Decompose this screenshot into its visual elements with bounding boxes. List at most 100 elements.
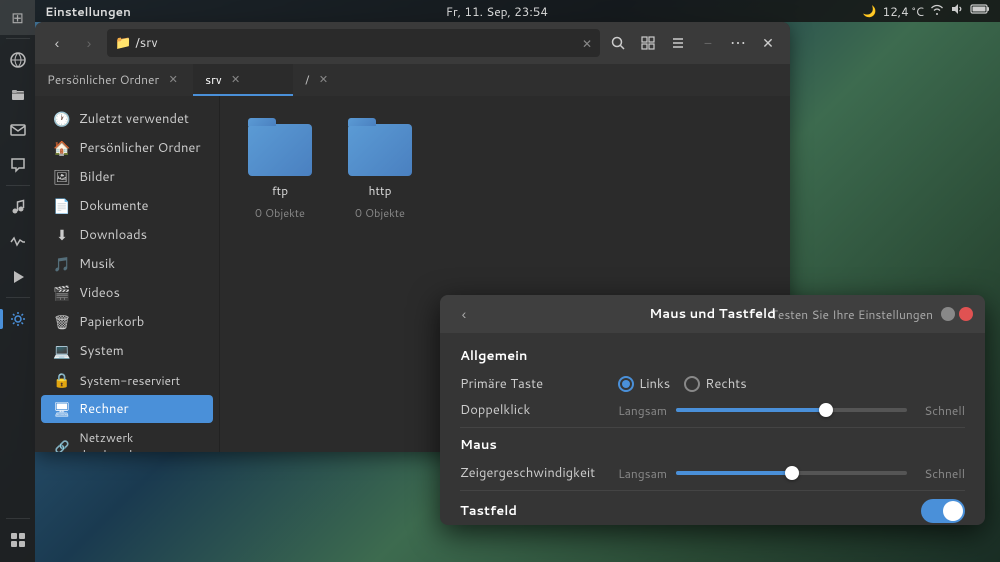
sidebar-item-videos[interactable]: 🎬 Videos	[41, 279, 213, 307]
tab-personal-label: Persönlicher Ordner	[47, 71, 159, 88]
settings-test-link[interactable]: Testen Sie Ihre Einstellungen	[771, 306, 933, 323]
back-button[interactable]: ‹	[43, 29, 71, 57]
folder-http[interactable]: http 0 Objekte	[340, 116, 420, 229]
taskbar: ⊞	[0, 0, 35, 562]
tab-personal-folder[interactable]: Persönlicher Ordner ✕	[35, 64, 193, 96]
radio-rechts[interactable]: Rechts	[684, 375, 746, 393]
sidebar-item-music[interactable]: 🎵 Musik	[41, 250, 213, 278]
system-bar-center: Fr, 11. Sep, 23:54	[446, 3, 548, 20]
double-click-thumb[interactable]	[819, 403, 833, 417]
sidebar-item-trash[interactable]: 🗑 Papierkorb	[41, 308, 213, 336]
settings-dialog: ‹ Maus und Tastfeld Testen Sie Ihre Eins…	[440, 295, 985, 525]
search-button[interactable]	[604, 29, 632, 57]
sidebar-item-pictures[interactable]: 🖼 Bilder	[41, 163, 213, 191]
taskbar-apps-button[interactable]: ⊞	[0, 0, 35, 35]
taskbar-separator-3	[6, 297, 30, 298]
settings-body: Allgemein Primäre Taste Links Rechts Dop…	[440, 333, 985, 525]
mouse-speed-track[interactable]	[676, 471, 907, 475]
folder-http-icon	[348, 124, 412, 176]
double-click-slow: Langsam	[618, 402, 668, 419]
taskbar-icon-video[interactable]	[0, 259, 35, 294]
double-click-fill	[676, 408, 826, 412]
location-text: /srv	[135, 34, 157, 52]
taskbar-icon-web[interactable]	[0, 42, 35, 77]
folder-http-name: http	[369, 182, 392, 199]
taskbar-separator-2	[6, 185, 30, 186]
taskbar-icon-mail[interactable]	[0, 112, 35, 147]
sidebar-item-documents[interactable]: 📄 Dokumente	[41, 192, 213, 220]
radio-links-dot	[618, 376, 634, 392]
taskbar-icon-chat[interactable]	[0, 147, 35, 182]
more-options-button[interactable]: ⋯	[724, 29, 752, 57]
label-double-click: Doppelklick	[460, 401, 610, 419]
section-general-title: Allgemein	[460, 347, 965, 365]
settings-dialog-title: Maus und Tastfeld	[649, 305, 775, 323]
tab-root-close[interactable]: ✕	[315, 71, 331, 87]
mouse-speed-fill	[676, 471, 792, 475]
trackpad-toggle[interactable]	[921, 499, 965, 523]
sidebar-item-system-reserved[interactable]: 🔒 System-reserviert	[41, 366, 213, 394]
system-bar: Einstellungen Fr, 11. Sep, 23:54 🌙 12,4 …	[35, 0, 1000, 22]
settings-back-button[interactable]: ‹	[452, 302, 476, 326]
tab-root-label: /	[305, 71, 309, 88]
sidebar-item-network[interactable]: 🔗 Netzwerk durchsuchen	[41, 424, 213, 452]
section-mouse: Maus Zeigergeschwindigkeit Langsam Schne…	[460, 436, 965, 482]
mouse-speed-slider[interactable]: Langsam Schnell	[618, 465, 965, 482]
tab-srv-label: srv	[205, 71, 221, 88]
sidebar-item-computer[interactable]: 🖥 Rechner	[41, 395, 213, 423]
radio-rechts-dot	[684, 376, 700, 392]
home-icon: 🏠	[53, 139, 71, 157]
double-click-track[interactable]	[676, 408, 907, 412]
radio-links[interactable]: Links	[618, 375, 670, 393]
zoom-out-button[interactable]: −	[694, 29, 722, 57]
section-trackpad-title: Tastfeld	[460, 502, 517, 520]
sidebar-item-computer-label: Rechner	[79, 400, 129, 418]
tab-srv[interactable]: srv ✕	[193, 64, 293, 96]
folder-icon-path: 📁	[115, 34, 131, 52]
tab-root[interactable]: / ✕	[293, 64, 393, 96]
primary-key-control: Links Rechts	[618, 375, 965, 393]
forward-button[interactable]: ›	[75, 29, 103, 57]
taskbar-grid-button[interactable]	[0, 522, 35, 557]
sidebar-item-recent[interactable]: 🕐 Zuletzt verwendet	[41, 105, 213, 133]
tab-personal-close[interactable]: ✕	[165, 71, 181, 87]
recent-icon: 🕐	[53, 110, 71, 128]
sidebar-item-system-label: System	[79, 342, 124, 360]
sidebar-item-home-label: Persönlicher Ordner	[79, 139, 201, 157]
grid-view-button[interactable]	[634, 29, 662, 57]
close-window-button[interactable]: ✕	[754, 29, 782, 57]
tab-srv-close[interactable]: ✕	[228, 71, 244, 87]
double-click-slider[interactable]: Langsam Schnell	[618, 402, 965, 419]
mouse-fast-label: Schnell	[915, 465, 965, 482]
folder-ftp-name: ftp	[272, 182, 288, 199]
folder-http-count: 0 Objekte	[355, 205, 405, 221]
app-title: Einstellungen	[45, 3, 131, 20]
sidebar-item-home[interactable]: 🏠 Persönlicher Ordner	[41, 134, 213, 162]
sidebar-item-videos-label: Videos	[79, 284, 120, 302]
radio-rechts-label: Rechts	[705, 375, 746, 393]
datetime: Fr, 11. Sep, 23:54	[446, 3, 548, 20]
computer-icon: 🖥	[53, 400, 71, 418]
clear-location-icon[interactable]: ✕	[582, 35, 592, 52]
sidebar-item-downloads-label: Downloads	[79, 226, 147, 244]
music-icon: 🎵	[53, 255, 71, 273]
row-double-click: Doppelklick Langsam Schnell	[460, 401, 965, 419]
row-trackpad-header: Tastfeld	[460, 499, 965, 523]
taskbar-icon-settings[interactable]	[0, 301, 35, 336]
toolbar-right-buttons: − ⋯ ✕	[604, 29, 782, 57]
folder-ftp[interactable]: ftp 0 Objekte	[240, 116, 320, 229]
section-general: Allgemein Primäre Taste Links Rechts Dop…	[460, 347, 965, 419]
pictures-icon: 🖼	[53, 168, 71, 186]
sidebar-item-system[interactable]: 💻 System	[41, 337, 213, 365]
settings-close-button[interactable]	[959, 307, 973, 321]
mouse-speed-thumb[interactable]	[785, 466, 799, 480]
sidebar-item-downloads[interactable]: ⬇ Downloads	[41, 221, 213, 249]
taskbar-icon-activity[interactable]	[0, 224, 35, 259]
taskbar-icon-music[interactable]	[0, 189, 35, 224]
location-bar[interactable]: 📁 /srv ✕	[107, 29, 600, 57]
sidebar-item-music-label: Musik	[79, 255, 115, 273]
radio-links-label: Links	[639, 375, 670, 393]
list-view-button[interactable]	[664, 29, 692, 57]
settings-minimize-button[interactable]	[941, 307, 955, 321]
taskbar-icon-files[interactable]	[0, 77, 35, 112]
